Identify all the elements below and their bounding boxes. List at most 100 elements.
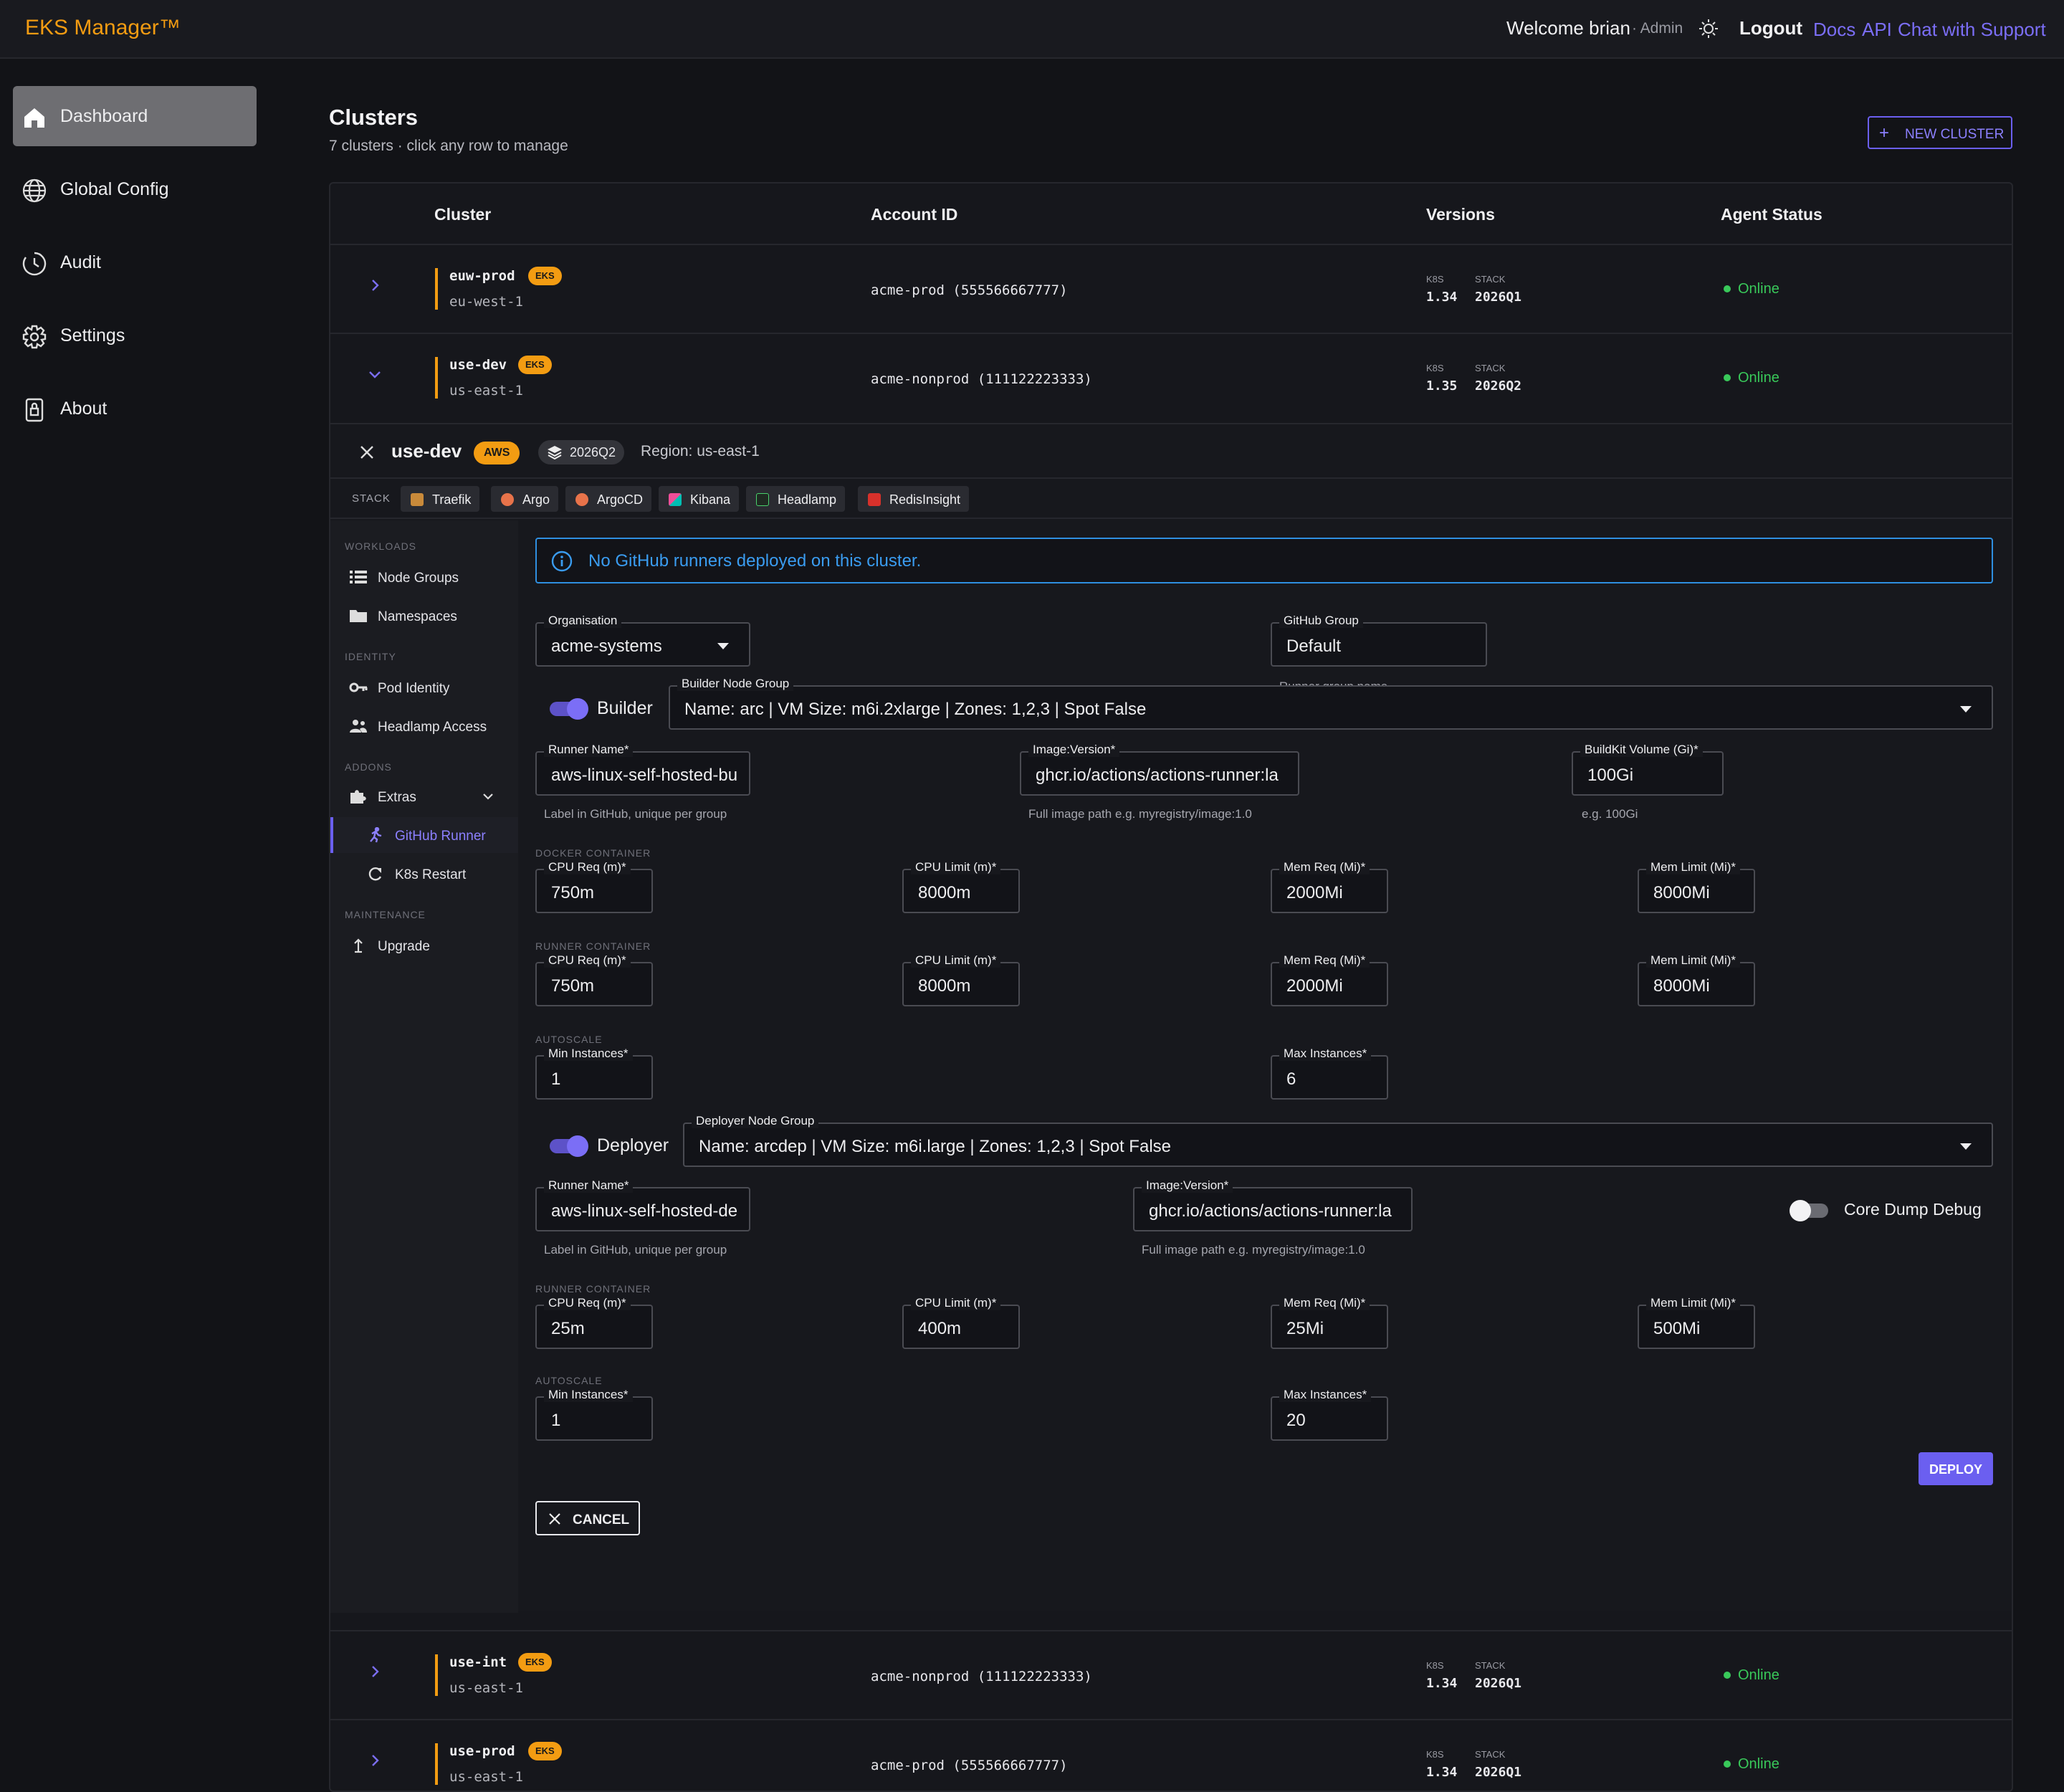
github-group-input[interactable]: GitHub Group Default bbox=[1271, 614, 1487, 667]
core-dump-debug-toggle[interactable] bbox=[1790, 1200, 1831, 1221]
deployer-mem-req-input[interactable]: Mem Req (Mi)* 25Mi bbox=[1271, 1296, 1388, 1349]
subnav-item-namespaces[interactable]: Namespaces bbox=[330, 598, 518, 634]
home-icon bbox=[24, 108, 44, 128]
deployer-node-group-select[interactable]: Deployer Node Group Name: arcdep | VM Si… bbox=[683, 1114, 1993, 1167]
builder-toggle[interactable] bbox=[547, 698, 588, 720]
sidebar-item-global-config[interactable]: Global Config bbox=[13, 159, 257, 219]
deployer-max-instances-input[interactable]: Max Instances* 20 bbox=[1271, 1388, 1388, 1441]
builder-node-group-select[interactable]: Builder Node Group Name: arc | VM Size: … bbox=[669, 677, 1993, 730]
stack-chip-headlamp[interactable]: Headlamp bbox=[746, 486, 846, 512]
helper-text: e.g. 100Gi bbox=[1582, 807, 1638, 821]
runner-cpu-req-input[interactable]: CPU Req (m)* 750m bbox=[535, 953, 653, 1006]
builder-max-instances-input[interactable]: Max Instances* 6 bbox=[1271, 1047, 1388, 1100]
deployer-cpu-req-input[interactable]: CPU Req (m)* 25m bbox=[535, 1296, 653, 1349]
table-row[interactable]: use-int EKS us-east-1 acme-nonprod (1111… bbox=[330, 1630, 2012, 1717]
version-key-stack: STACK bbox=[1475, 274, 1506, 285]
close-icon[interactable] bbox=[359, 444, 375, 460]
docs-link[interactable]: Docs bbox=[1813, 19, 1855, 41]
column-header-cluster: Cluster bbox=[434, 205, 492, 224]
api-link[interactable]: API bbox=[1862, 19, 1892, 41]
deployer-min-instances-input[interactable]: Min Instances* 1 bbox=[535, 1388, 653, 1441]
theme-toggle-icon[interactable] bbox=[1698, 19, 1719, 39]
deployer-toggle[interactable] bbox=[547, 1135, 588, 1157]
cluster-detail-panel: use-dev AWS 2026Q2 Region: us-east-1 STA… bbox=[330, 423, 2012, 1613]
eks-badge: EKS bbox=[518, 356, 552, 374]
table-row[interactable]: use-prod EKS us-east-1 acme-prod (555566… bbox=[330, 1719, 2012, 1791]
deploy-button[interactable]: DEPLOY bbox=[1919, 1452, 1993, 1485]
eks-badge: EKS bbox=[518, 1653, 552, 1672]
field-label: Max Instances* bbox=[1279, 1047, 1372, 1061]
field-value: 8000Mi bbox=[1653, 883, 1710, 902]
field-label: Mem Req (Mi)* bbox=[1279, 860, 1370, 874]
new-cluster-button[interactable]: + NEW CLUSTER bbox=[1868, 116, 2012, 149]
field-label: Runner Name* bbox=[544, 743, 634, 757]
sidebar-item-settings[interactable]: Settings bbox=[13, 305, 257, 366]
table-row[interactable]: use-dev EKS us-east-1 acme-nonprod (1111… bbox=[330, 333, 2012, 420]
upgrade-icon bbox=[354, 938, 363, 953]
runner-mem-limit-input[interactable]: Mem Limit (Mi)* 8000Mi bbox=[1638, 953, 1755, 1006]
field-value: 2000Mi bbox=[1286, 883, 1343, 902]
subnav-item-extras[interactable]: Extras bbox=[330, 778, 518, 814]
builder-image-input[interactable]: Image:Version* ghcr.io/actions/actions-r… bbox=[1020, 743, 1299, 796]
field-value: Name: arc | VM Size: m6i.2xlarge | Zones… bbox=[684, 700, 1147, 719]
docker-mem-limit-input[interactable]: Mem Limit (Mi)* 8000Mi bbox=[1638, 860, 1755, 913]
field-value: 400m bbox=[918, 1319, 962, 1338]
cancel-button[interactable]: CANCEL bbox=[535, 1501, 640, 1535]
version-key-stack: STACK bbox=[1475, 363, 1506, 373]
docker-cpu-limit-input[interactable]: CPU Limit (m)* 8000m bbox=[902, 860, 1020, 913]
version-key-stack: STACK bbox=[1475, 1660, 1506, 1671]
runner-cpu-limit-input[interactable]: CPU Limit (m)* 8000m bbox=[902, 953, 1020, 1006]
subnav-section-workloads: WORKLOADS bbox=[345, 540, 417, 552]
field-label: Runner Name* bbox=[544, 1178, 634, 1193]
key-icon bbox=[349, 682, 368, 692]
stack-chip-kibana[interactable]: Kibana bbox=[659, 486, 740, 512]
builder-runner-name-input[interactable]: Runner Name* aws-linux-self-hosted-bu bbox=[535, 743, 750, 796]
version-key-k8s: K8S bbox=[1426, 274, 1444, 285]
status-dot bbox=[1724, 1672, 1731, 1679]
docker-mem-req-input[interactable]: Mem Req (Mi)* 2000Mi bbox=[1271, 860, 1388, 913]
chat-support-link[interactable]: Chat with Support bbox=[1898, 19, 2046, 41]
stack-chip-traefik[interactable]: Traefik bbox=[401, 486, 480, 512]
sidebar-item-audit[interactable]: Audit bbox=[13, 232, 257, 292]
detail-cluster-name: use-dev bbox=[391, 440, 462, 462]
account-id: acme-prod (555566667777) bbox=[871, 282, 1068, 298]
deployer-image-input[interactable]: Image:Version* ghcr.io/actions/actions-r… bbox=[1133, 1178, 1413, 1231]
builder-min-instances-input[interactable]: Min Instances* 1 bbox=[535, 1047, 653, 1100]
subnav-item-node-groups[interactable]: Node Groups bbox=[330, 559, 518, 595]
field-value: 8000Mi bbox=[1653, 976, 1710, 996]
runner-mem-req-input[interactable]: Mem Req (Mi)* 2000Mi bbox=[1271, 953, 1388, 1006]
chevron-down-icon[interactable] bbox=[368, 367, 382, 381]
logout-button[interactable]: Logout bbox=[1739, 17, 1802, 39]
sidebar-item-about[interactable]: About bbox=[13, 378, 257, 439]
sidebar-item-dashboard[interactable]: Dashboard bbox=[13, 86, 257, 146]
table-row[interactable]: euw-prod EKS eu-west-1 acme-prod (555566… bbox=[330, 244, 2012, 331]
deployer-mem-limit-input[interactable]: Mem Limit (Mi)* 500Mi bbox=[1638, 1296, 1755, 1349]
status-dot bbox=[1724, 285, 1731, 292]
stack-chip-argocd[interactable]: ArgoCD bbox=[565, 486, 652, 512]
chevron-right-icon[interactable] bbox=[368, 278, 382, 292]
chevron-right-icon[interactable] bbox=[368, 1664, 382, 1679]
app-logo[interactable]: EKS Manager™ bbox=[25, 16, 181, 40]
field-label: Mem Req (Mi)* bbox=[1279, 1296, 1370, 1310]
chip-label: ArgoCD bbox=[597, 492, 644, 507]
subnav-item-label: K8s Restart bbox=[395, 867, 467, 882]
k8s-version: 1.35 bbox=[1426, 378, 1458, 394]
field-label: CPU Req (m)* bbox=[544, 860, 631, 874]
subnav-item-headlamp-access[interactable]: Headlamp Access bbox=[330, 708, 518, 744]
deployer-runner-name-input[interactable]: Runner Name* aws-linux-self-hosted-de bbox=[535, 1178, 750, 1231]
subnav-item-github-runner[interactable]: GitHub Runner bbox=[330, 817, 518, 853]
deployer-cpu-limit-input[interactable]: CPU Limit (m)* 400m bbox=[902, 1296, 1020, 1349]
organisation-select[interactable]: Organisation acme-systems bbox=[535, 614, 750, 667]
field-label: Image:Version* bbox=[1028, 743, 1120, 757]
globe-icon bbox=[22, 178, 47, 203]
version-key-k8s: K8S bbox=[1426, 363, 1444, 373]
stack-chip-argo[interactable]: Argo bbox=[491, 486, 559, 512]
chevron-right-icon[interactable] bbox=[368, 1753, 382, 1768]
stack-chip-redisinsight[interactable]: RedisInsight bbox=[858, 486, 970, 512]
cluster-accent-bar bbox=[435, 1654, 438, 1696]
subnav-item-pod-identity[interactable]: Pod Identity bbox=[330, 669, 518, 705]
docker-cpu-req-input[interactable]: CPU Req (m)* 750m bbox=[535, 860, 653, 913]
buildkit-volume-input[interactable]: BuildKit Volume (Gi)* 100Gi bbox=[1572, 743, 1724, 796]
subnav-item-upgrade[interactable]: Upgrade bbox=[330, 928, 518, 963]
subnav-item-k8s-restart[interactable]: K8s Restart bbox=[330, 856, 518, 892]
